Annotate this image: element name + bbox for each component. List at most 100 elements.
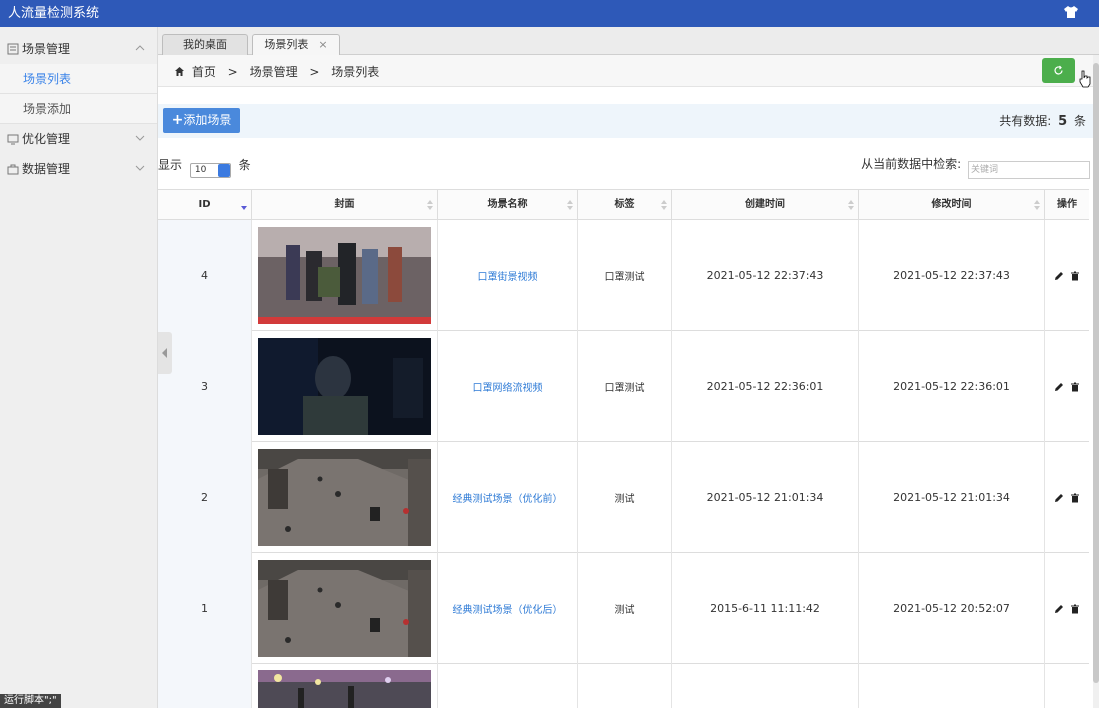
shirt-icon[interactable] [1063,4,1079,20]
header-id[interactable]: ID [158,190,252,220]
header-scene-name[interactable]: 场景名称 [438,190,578,220]
chevron-down-icon [135,135,145,141]
total-suffix: 条 [1073,114,1086,128]
pencil-icon[interactable] [1054,604,1064,614]
monitor-icon [7,134,19,145]
trash-icon[interactable] [1070,382,1080,392]
sidebar-group-label: 数据管理 [22,162,71,176]
header-tag[interactable]: 标签 [578,190,672,220]
table-row: 2 经典测试场景（优化前） 测试 2021-05-12 21:01:34 202… [158,442,1089,553]
cell-tag [578,664,672,708]
cell-modified: 2021-05-12 22:36:01 [859,331,1045,442]
search-bar: 从当前数据中检索: 关键词 [861,155,1090,179]
sort-icon [427,200,433,210]
sidebar-group-label: 优化管理 [22,132,71,146]
cell-scene-name[interactable]: 口罩网络流视频 [438,331,578,442]
trash-icon[interactable] [1070,604,1080,614]
cell-cover [252,331,438,442]
cover-image-webcam[interactable] [258,338,431,435]
header-label: ID [198,199,211,210]
tab-label: 场景列表 [264,38,309,51]
cell-id: 4 [158,220,252,331]
page-size-control: 显示 10 条 [158,156,251,178]
page-size-select[interactable]: 10 [189,163,231,178]
tab-desktop[interactable]: 我的桌面 [162,34,248,55]
cell-scene-name[interactable]: 口罩街景视频 [438,220,578,331]
cell-tag: 测试 [578,442,672,553]
tab-scene-list[interactable]: 场景列表 × [252,34,340,56]
cover-image-mall[interactable] [258,560,431,657]
add-scene-button[interactable]: +添加场景 [163,108,240,133]
total-number: 5 [1058,114,1068,129]
pencil-icon[interactable] [1054,271,1064,281]
close-icon[interactable]: × [318,38,327,51]
page-size-value: 10 [194,165,207,175]
home-icon [175,67,184,76]
sidebar-group-optimize[interactable]: 优化管理 [0,124,157,154]
sidebar-collapse-handle[interactable] [158,332,172,374]
sidebar-group-scene[interactable]: 场景管理 [0,34,157,64]
cover-image-street[interactable] [258,227,431,324]
sidebar-item-label: 场景列表 [23,72,72,86]
search-label: 从当前数据中检索: [861,157,962,171]
total-count: 共有数据: 5 条 [999,112,1086,129]
show-prefix: 显示 [158,158,183,172]
breadcrumb-home[interactable]: 首页 [192,65,216,79]
tab-bar: 我的桌面 场景列表 × [158,27,1099,56]
refresh-button[interactable] [1042,58,1075,83]
cell-modified: 2021-05-12 22:37:43 [859,220,1045,331]
breadcrumb-level1[interactable]: 场景管理 [250,65,298,79]
cover-image-mall[interactable] [258,449,431,546]
header-cover[interactable]: 封面 [252,190,438,220]
cell-tag: 测试 [578,553,672,664]
scrollbar-thumb[interactable] [1093,63,1099,683]
toolbar: +添加场景 共有数据: 5 条 [158,104,1093,138]
app-title: 人流量检测系统 [8,6,100,21]
cell-created: 2021-05-12 22:37:43 [672,220,859,331]
sidebar-item-scene-list[interactable]: 场景列表 [0,64,157,94]
breadcrumb-separator: > [227,65,238,79]
table-header: ID 封面 场景名称 标签 创建时间 修改时间 操作 [158,190,1089,220]
cell-cover [252,442,438,553]
sidebar-item-label: 场景添加 [23,102,72,116]
cell-cover [252,220,438,331]
vertical-scrollbar[interactable] [1093,55,1099,708]
header-label: 封面 [334,199,355,210]
cell-scene-name[interactable]: 经典测试场景（优化前） [438,442,578,553]
cell-modified [859,664,1045,708]
cell-id: 2 [158,442,252,553]
scene-table: ID 封面 场景名称 标签 创建时间 修改时间 操作 4 口罩街景视频 口罩测试… [158,189,1089,708]
hand-cursor-icon [1079,70,1091,88]
search-input[interactable]: 关键词 [968,161,1090,179]
cell-actions [1045,664,1089,708]
header-created[interactable]: 创建时间 [672,190,859,220]
header-modified[interactable]: 修改时间 [859,190,1045,220]
trash-icon[interactable] [1070,271,1080,281]
show-suffix: 条 [238,158,251,172]
sidebar-item-scene-add[interactable]: 场景添加 [0,94,157,124]
briefcase-icon [7,164,19,175]
run-script-badge: 运行脚本";" [0,694,61,708]
cell-id: 1 [158,553,252,664]
table-row: 4 口罩街景视频 口罩测试 2021-05-12 22:37:43 2021-0… [158,220,1089,331]
cell-cover [252,664,438,708]
trash-icon[interactable] [1070,493,1080,503]
top-header: 人流量检测系统 [0,0,1099,27]
total-prefix: 共有数据: [999,114,1052,128]
sidebar-group-data[interactable]: 数据管理 [0,154,157,184]
cell-id: 3 [158,331,252,442]
header-actions: 操作 [1045,190,1089,220]
cell-scene-name[interactable]: 经典测试场景（优化后） [438,553,578,664]
pencil-icon[interactable] [1054,382,1064,392]
header-label: 修改时间 [931,199,972,210]
cell-actions [1045,331,1089,442]
header-label: 场景名称 [487,199,528,210]
cell-created: 2021-05-12 21:01:34 [672,442,859,553]
cover-image-night-street[interactable] [258,670,431,708]
sort-desc-icon [241,206,247,210]
pencil-icon[interactable] [1054,493,1064,503]
sidebar: 场景管理 场景列表 场景添加 优化管理 数据管理 [0,27,158,708]
sort-icon [567,200,573,210]
plus-icon: + [171,112,184,128]
main-content: 首页 > 场景管理 > 场景列表 +添加场景 共有数据: 5 条 显示 10 条… [158,55,1093,708]
